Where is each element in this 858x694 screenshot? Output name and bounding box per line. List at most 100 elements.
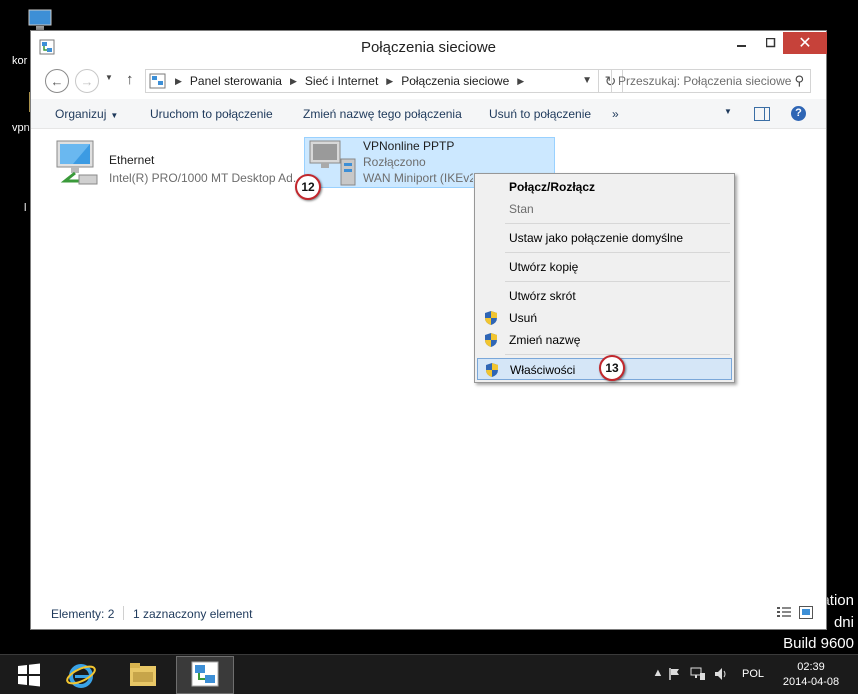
internet-explorer-button[interactable] <box>52 656 110 694</box>
chevron-down-icon: ▼ <box>724 107 732 116</box>
desktop-icon-label: l <box>24 202 27 214</box>
delete-connection-button[interactable]: Usuń to połączenie <box>489 107 591 121</box>
menu-item-shortcut[interactable]: Utwórz skrót <box>477 285 732 307</box>
menu-item-copy[interactable]: Utwórz kopię <box>477 256 732 278</box>
close-icon: ✕ <box>798 35 812 52</box>
taskbar: ▲ POL 02:39 2014-04-08 <box>0 654 858 694</box>
show-hidden-icons-icon[interactable]: ▲ <box>651 667 665 681</box>
breadcrumb-network-connections[interactable]: Połączenia sieciowe <box>401 74 509 88</box>
search-icon[interactable]: ⚲ <box>794 73 804 89</box>
action-center-flag-icon[interactable] <box>668 667 682 681</box>
search-placeholder: Przeszukaj: Połączenia sieciowe <box>618 74 792 88</box>
command-bar: Organizuj ▼ Uruchom to połączenie Zmień n… <box>31 99 826 129</box>
title-bar[interactable]: Połączenia sieciowe ✕ <box>31 31 827 61</box>
input-language-indicator[interactable]: POL <box>742 668 764 680</box>
menu-separator <box>505 252 730 253</box>
menu-item-label: Połącz/Rozłącz <box>509 180 596 194</box>
menu-separator <box>505 223 730 224</box>
menu-item-label: Stan <box>509 202 534 216</box>
menu-item-delete[interactable]: Usuń <box>477 307 732 329</box>
address-bar[interactable]: ▶ Panel sterowania ▶ Sieć i Internet ▶ P… <box>145 69 599 93</box>
chevron-right-icon[interactable]: ▶ <box>386 76 393 87</box>
status-divider <box>123 606 124 620</box>
menu-item-label: Zmień nazwę <box>509 333 581 347</box>
large-icons-view-icon[interactable] <box>799 606 813 619</box>
file-explorer-button[interactable] <box>114 656 172 694</box>
chevron-right-icon[interactable]: ▶ <box>290 76 297 87</box>
step-badge-13: 13 <box>599 355 625 381</box>
address-dropdown-icon[interactable]: ▼ <box>582 75 592 86</box>
watermark-build: Build 9600 <box>783 635 854 652</box>
arrow-left-icon: ← <box>50 73 64 89</box>
help-icon[interactable]: ? <box>791 106 806 121</box>
menu-separator <box>505 281 730 282</box>
item-count: Elementy: 2 <box>51 607 115 621</box>
clock-date: 2014-04-08 <box>782 676 840 688</box>
menu-item-status: Stan <box>477 198 732 220</box>
maximize-button[interactable] <box>757 32 785 54</box>
organize-button[interactable]: Organizuj ▼ <box>55 107 118 121</box>
network-adapter-icon <box>56 140 98 185</box>
back-button[interactable]: ← <box>45 69 69 93</box>
selection-count: 1 zaznaczony element <box>133 607 253 621</box>
navigation-bar: ← → ▼ ↑ ▶ Panel sterowania ▶ Sieć i Inte… <box>31 65 826 97</box>
arrow-right-icon: → <box>80 73 94 89</box>
clock-time: 02:39 <box>797 661 825 673</box>
change-view-dropdown[interactable]: ▼ <box>724 107 732 116</box>
volume-icon[interactable] <box>714 667 728 681</box>
menu-item-label: Ustaw jako połączenie domyślne <box>509 231 684 245</box>
network-connections-task-button[interactable] <box>176 656 234 694</box>
close-button[interactable]: ✕ <box>783 32 827 54</box>
breadcrumb-network-internet[interactable]: Sieć i Internet <box>305 74 378 88</box>
search-input[interactable]: Przeszukaj: Połączenia sieciowe ⚲ <box>611 69 811 93</box>
uac-shield-icon <box>486 363 498 377</box>
chevron-down-icon: ▼ <box>110 111 119 120</box>
menu-item-label: Utwórz kopię <box>509 260 579 274</box>
connection-status: Rozłączono <box>363 155 426 169</box>
rename-connection-button[interactable]: Zmień nazwę tego połączenia <box>303 107 462 121</box>
chevron-right-icon[interactable]: ▶ <box>175 76 182 87</box>
control-panel-icon <box>149 73 166 89</box>
menu-item-label: Właściwości <box>510 363 576 377</box>
forward-button[interactable]: → <box>75 69 99 93</box>
desktop-icon-label: kor <box>12 55 28 67</box>
up-button[interactable]: ↑ <box>126 71 134 88</box>
window-title: Połączenia sieciowe <box>360 39 497 56</box>
start-connection-button[interactable]: Uruchom to połączenie <box>150 107 273 121</box>
internet-explorer-icon <box>66 664 96 688</box>
uac-shield-icon <box>485 333 497 347</box>
menu-item-label: Usuń <box>509 311 538 325</box>
connection-device: Intel(R) PRO/1000 MT Desktop Ad... <box>109 171 303 185</box>
uac-shield-icon <box>485 311 497 325</box>
clock[interactable]: 02:39 2014-04-08 <box>780 660 842 690</box>
preview-pane-icon[interactable] <box>754 107 770 121</box>
desktop-icon-label: vpn <box>12 122 30 134</box>
details-view-icon[interactable] <box>777 606 791 619</box>
organize-label: Organizuj <box>55 107 107 121</box>
menu-item-rename[interactable]: Zmień nazwę <box>477 329 732 351</box>
menu-item-connect[interactable]: Połącz/Rozłącz <box>477 176 732 198</box>
network-tray-icon[interactable] <box>690 667 705 681</box>
minimize-button[interactable] <box>727 32 757 54</box>
recent-locations-button[interactable]: ▼ <box>105 73 113 82</box>
connection-name: Ethernet <box>109 153 155 167</box>
network-connections-icon <box>191 661 219 687</box>
step-badge-12: 12 <box>295 174 321 200</box>
folder-icon <box>130 663 156 686</box>
start-button[interactable] <box>0 656 58 694</box>
breadcrumb-control-panel[interactable]: Panel sterowania <box>190 74 282 88</box>
minimize-icon <box>737 45 746 47</box>
arrow-up-icon: ↑ <box>126 71 134 88</box>
menu-item-set-default[interactable]: Ustaw jako połączenie domyślne <box>477 227 732 249</box>
maximize-icon <box>766 38 776 48</box>
chevron-down-icon: ▼ <box>105 73 113 82</box>
connection-device: WAN Miniport (IKEv2) <box>363 171 473 185</box>
more-commands-button[interactable]: » <box>612 107 619 121</box>
explorer-window: Połączenia sieciowe ✕ ← → ▼ ↑ ▶ Panel st… <box>30 30 827 630</box>
windows-logo-icon <box>18 663 40 687</box>
context-menu: Połącz/Rozłącz Stan Ustaw jako połączeni… <box>474 173 735 383</box>
connection-name: VPNonline PPTP <box>363 139 455 153</box>
chevron-right-icon[interactable]: ▶ <box>517 76 524 87</box>
menu-item-label: Utwórz skrót <box>509 289 576 303</box>
menu-separator <box>505 354 730 355</box>
